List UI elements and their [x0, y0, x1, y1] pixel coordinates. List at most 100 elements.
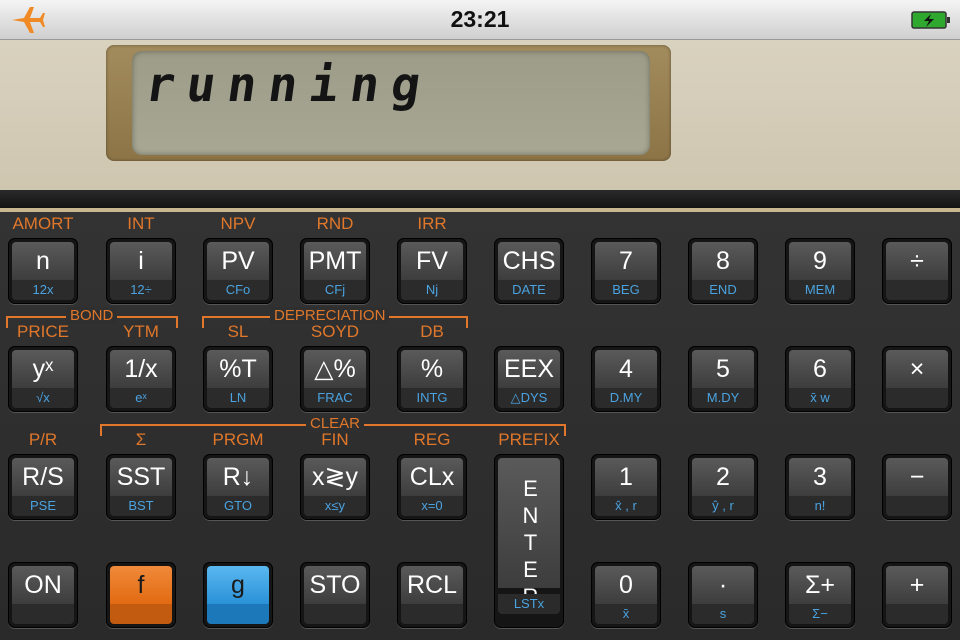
g-label-reciprocal: eˣ	[110, 388, 172, 408]
key-label-7: 7	[595, 242, 657, 280]
key-f[interactable]: f	[106, 562, 176, 628]
key-5[interactable]: 5 M.DY	[688, 346, 758, 412]
f-label-percent: DB	[420, 322, 444, 341]
key-fv[interactable]: FV Nj	[397, 238, 467, 304]
key-delta-percent[interactable]: △% FRAC	[300, 346, 370, 412]
f-label-rs: P/R	[28, 430, 58, 449]
f-label-fv: IRR	[417, 214, 447, 233]
f-label-pv: NPV	[220, 214, 256, 233]
key-label-sto: STO	[304, 566, 366, 604]
display-bezel: running	[106, 45, 671, 161]
key-3[interactable]: 3 n!	[785, 454, 855, 520]
g-label-sto	[304, 604, 366, 624]
g-label-eex: △DYS	[498, 388, 560, 408]
g-label-xy: x≤y	[304, 496, 366, 516]
status-time: 23:21	[450, 6, 510, 32]
g-label-f	[110, 604, 172, 624]
key-yx[interactable]: yˣ √x	[8, 346, 78, 412]
divider-band	[0, 190, 960, 210]
key-label-eex: EEX	[498, 350, 560, 388]
g-label-1: x̂ , r	[595, 496, 657, 516]
g-label-chs: DATE	[498, 280, 560, 300]
key-label-reciprocal: 1/x	[110, 350, 172, 388]
key-label-on: ON	[12, 566, 74, 604]
g-label-delta-percent: FRAC	[304, 388, 366, 408]
g-label-9: MEM	[789, 280, 851, 300]
key-i[interactable]: i 12÷	[106, 238, 176, 304]
key-label-rs: R/S	[12, 458, 74, 496]
g-label-rs: PSE	[12, 496, 74, 516]
g-label-8: END	[692, 280, 754, 300]
f-label-clx: REG	[413, 430, 451, 449]
key-sto[interactable]: STO	[300, 562, 370, 628]
f-label-xy: FIN	[321, 430, 349, 449]
lcd-text: running	[142, 57, 437, 113]
key-label-9: 9	[789, 242, 851, 280]
key-clx[interactable]: CLx x=0	[397, 454, 467, 520]
key-eex[interactable]: EEX △DYS	[494, 346, 564, 412]
key-on[interactable]: ON	[8, 562, 78, 628]
key-label-dot: ·	[692, 566, 754, 604]
key-0[interactable]: 0 x̄	[591, 562, 661, 628]
g-label-yx: √x	[12, 388, 74, 408]
f-label-i: INT	[127, 214, 155, 233]
key-sst[interactable]: SST BST	[106, 454, 176, 520]
key-multiply[interactable]: ×	[882, 346, 952, 412]
key-divide[interactable]: ÷	[882, 238, 952, 304]
key-2[interactable]: 2ŷ , r	[688, 454, 758, 520]
key-minus[interactable]: −	[882, 454, 952, 520]
g-label-fv: Nj	[401, 280, 463, 300]
f-label-percent-total: SL	[227, 322, 249, 341]
key-9[interactable]: 9 MEM	[785, 238, 855, 304]
key-label-6: 6	[789, 350, 851, 388]
key-pv[interactable]: PV CFo	[203, 238, 273, 304]
g-label-percent: INTG	[401, 388, 463, 408]
g-label-n: 12x	[12, 280, 74, 300]
g-label-pv: CFo	[207, 280, 269, 300]
battery-charging-icon	[911, 11, 950, 29]
key-label-multiply: ×	[886, 350, 948, 388]
key-1[interactable]: 1 x̂ , r	[591, 454, 661, 520]
key-percent-total[interactable]: %T LN	[203, 346, 273, 412]
key-dot[interactable]: · s	[688, 562, 758, 628]
key-sigma-plus[interactable]: Σ+ Σ−	[785, 562, 855, 628]
key-label-delta-percent: △%	[304, 350, 366, 388]
key-label-sst: SST	[110, 458, 172, 496]
key-7[interactable]: 7 BEG	[591, 238, 661, 304]
key-label-clx: CLx	[401, 458, 463, 496]
key-label-minus: −	[886, 458, 948, 496]
g-label-plus	[886, 604, 948, 624]
key-label-divide: ÷	[886, 242, 948, 280]
g-label-4: D.MY	[595, 388, 657, 408]
key-4[interactable]: 4 D.MY	[591, 346, 661, 412]
g-label-rdown: GTO	[207, 496, 269, 516]
key-chs[interactable]: CHS DATE	[494, 238, 564, 304]
key-reciprocal[interactable]: 1/x eˣ	[106, 346, 176, 412]
g-label-g	[207, 604, 269, 624]
key-rdown[interactable]: R↓ GTO	[203, 454, 273, 520]
key-8[interactable]: 8 END	[688, 238, 758, 304]
key-percent[interactable]: % INTG	[397, 346, 467, 412]
f-label-n: AMORT	[12, 214, 74, 233]
key-label-g: g	[207, 566, 269, 604]
key-plus[interactable]: +	[882, 562, 952, 628]
key-pmt[interactable]: PMT CFj	[300, 238, 370, 304]
key-xy[interactable]: x≷y x≤y	[300, 454, 370, 520]
key-6[interactable]: 6 x̄ w	[785, 346, 855, 412]
key-label-sigma-plus: Σ+	[789, 566, 851, 604]
g-label-multiply	[886, 388, 948, 408]
g-label-rcl	[401, 604, 463, 624]
f-label-sst: Σ	[135, 430, 147, 449]
key-label-enter: ENTER	[498, 458, 560, 611]
key-n[interactable]: n 12x	[8, 238, 78, 304]
key-label-pmt: PMT	[304, 242, 366, 280]
key-g[interactable]: g	[203, 562, 273, 628]
g-label-7: BEG	[595, 280, 657, 300]
key-enter[interactable]: ENTER LSTx	[494, 454, 564, 628]
f-label-rdown: PRGM	[212, 430, 264, 449]
g-label-clx: x=0	[401, 496, 463, 516]
key-label-plus: +	[886, 566, 948, 604]
key-label-8: 8	[692, 242, 754, 280]
key-rcl[interactable]: RCL	[397, 562, 467, 628]
key-rs[interactable]: R/S PSE	[8, 454, 78, 520]
